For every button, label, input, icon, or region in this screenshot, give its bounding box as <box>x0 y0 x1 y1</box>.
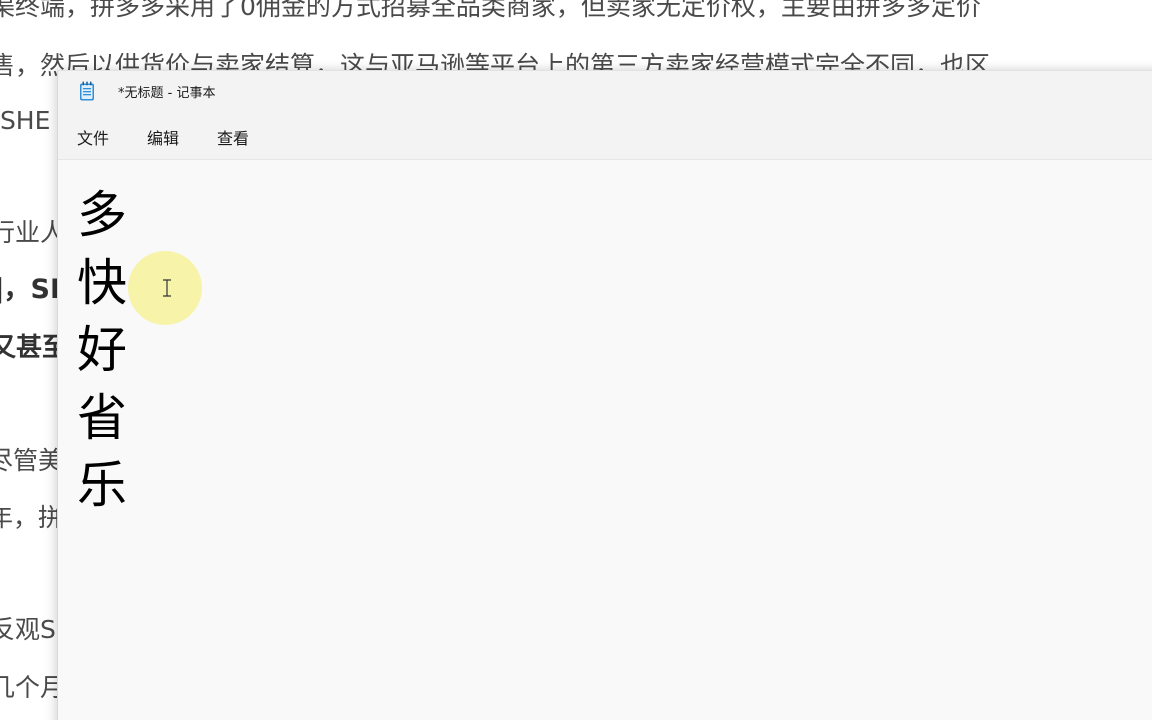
article-line: 反观SI <box>0 615 64 644</box>
article-line: 几个月 <box>0 673 66 702</box>
menu-edit[interactable]: 编辑 <box>145 125 181 149</box>
text-editor-area[interactable]: 多 快 好 省 乐 <box>58 160 1152 720</box>
article-line: 年，拼 <box>0 503 64 532</box>
editor-content[interactable]: 多 快 好 省 乐 <box>77 182 127 520</box>
editor-line: 乐 <box>77 456 127 514</box>
article-line: ∥，SI <box>0 274 60 305</box>
editor-line: 省 <box>77 388 127 447</box>
notepad-window[interactable]: *无标题 - 记事本 文件 编辑 查看 多 快 好 省 乐 <box>57 70 1152 720</box>
menu-view[interactable]: 查看 <box>215 125 251 149</box>
desktop-screen: 渠终端，拼多多采用了0佣金的方式招募全品类商家，但卖家无定价权，主要由拼多多定价… <box>0 0 1152 720</box>
title-bar[interactable]: *无标题 - 记事本 <box>58 71 1152 111</box>
editor-line: 好 <box>77 321 127 379</box>
text-cursor-icon <box>163 279 171 297</box>
editor-line: 多 <box>77 186 127 244</box>
article-line: 行业人 <box>0 218 66 247</box>
article-line: 尽管美 <box>0 446 64 475</box>
article-line: 渠终端，拼多多采用了0佣金的方式招募全品类商家，但卖家无定价权，主要由拼多多定价 <box>0 0 981 21</box>
menu-bar: 文件 编辑 查看 <box>58 111 1152 160</box>
notepad-icon <box>80 81 94 101</box>
article-line: FSHE <box>0 106 51 135</box>
window-title: *无标题 - 记事本 <box>118 86 216 101</box>
editor-line: 快 <box>77 253 127 312</box>
menu-file[interactable]: 文件 <box>75 125 111 149</box>
